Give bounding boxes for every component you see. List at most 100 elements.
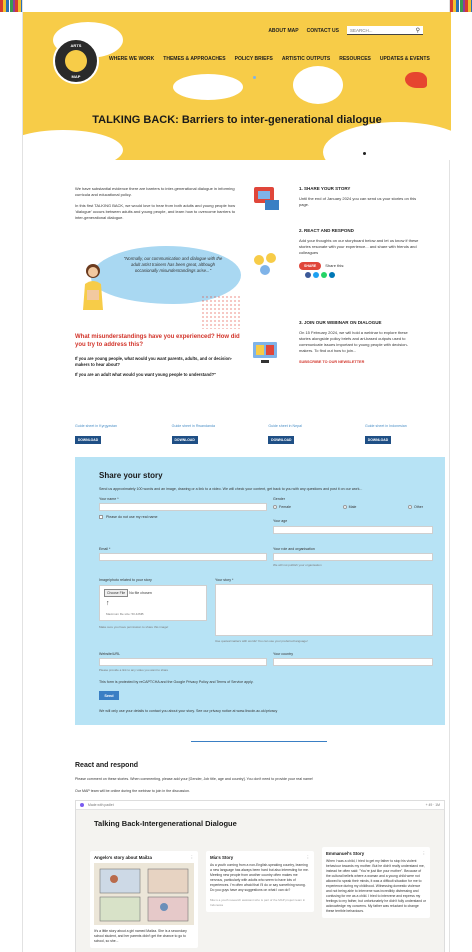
anonymous-label: Please do not use my real name	[106, 515, 158, 519]
role-label: Your role and organisation	[273, 547, 315, 551]
react-instructions: Please comment on these stories. When co…	[75, 777, 314, 781]
page: ABOUT MAP CONTACT US SEARCH... ⚲ ARTS MA…	[22, 0, 451, 952]
step-title: 3. JOIN OUR WEBINAR ON DIALOGUE	[299, 320, 382, 325]
gender-label: Gender	[273, 497, 285, 501]
nav-themes[interactable]: THEMES & APPROACHES	[163, 56, 225, 62]
subscribe-newsletter-link[interactable]: SUBSCRIBE TO OUR NEWSLETTER	[299, 359, 419, 365]
react-note: Our MAP team will be online during the w…	[75, 789, 190, 793]
step-text: On 15 February 2024, we will hold a webi…	[299, 330, 408, 353]
quote-text: "Normally, our communication and dialogu…	[123, 256, 223, 273]
question-young-people: If you are young people, what would you …	[75, 356, 233, 367]
padlet-logo-icon	[80, 803, 84, 807]
guide-label[interactable]: Guide sheet in Rwandanda	[172, 424, 242, 428]
padlet-card[interactable]: Mia's Story ⋮ As a youth coming from a no…	[206, 851, 314, 912]
step-title: 2. REACT AND RESPOND	[299, 228, 354, 233]
hero-blob	[405, 72, 427, 88]
anonymous-checkbox[interactable]	[99, 515, 103, 520]
download-button[interactable]: DOWNLOAD	[75, 436, 101, 444]
step-webinar: 3. JOIN OUR WEBINAR ON DIALOGUE On 15 Fe…	[299, 320, 419, 365]
story-hint: Use quotes/matters with words! You can u…	[215, 639, 308, 643]
whatsapp-icon[interactable]	[321, 272, 327, 278]
card-text: It's a little story about a girl named M…	[94, 929, 187, 943]
logo-emblem	[65, 50, 87, 72]
padlet-card[interactable]: Angelo's story about Mailza ⋮ It's a litt…	[90, 851, 198, 948]
twitter-icon[interactable]	[313, 272, 319, 278]
nav-artistic-outputs[interactable]: ARTISTIC OUTPUTS	[282, 56, 330, 62]
email-label: Email *	[99, 547, 111, 551]
hero-dot	[363, 152, 366, 155]
section-divider	[191, 741, 327, 742]
question-adults: If you are an adult what would you want …	[75, 372, 217, 377]
site-logo[interactable]: ARTS MAP	[53, 38, 99, 84]
padlet-card[interactable]: Emmanuel's Story ⋮ When I was a child, I …	[322, 847, 430, 918]
decorative-dots	[201, 295, 241, 329]
guide-label[interactable]: Guide sheet in Indonesian	[365, 424, 435, 428]
nav-policy-briefs[interactable]: POLICY BRIEFS	[235, 56, 273, 62]
story-field[interactable]	[215, 584, 433, 636]
age-label: Your age	[273, 519, 288, 523]
hero-banner: ABOUT MAP CONTACT US SEARCH... ⚲ ARTS MA…	[23, 12, 451, 160]
padlet-made-with[interactable]: Made with padlet	[88, 803, 114, 807]
choose-file-button[interactable]: Choose File	[104, 589, 129, 597]
step-react-respond: 2. REACT AND RESPOND Add your thoughts o…	[299, 228, 419, 278]
hero-blob	[23, 130, 123, 160]
guide-item: Guide sheet in Nepal DOWNLOAD	[268, 424, 338, 444]
role-hint: We will not publish your organisation	[273, 563, 322, 567]
hero-blob	[323, 122, 451, 160]
send-button[interactable]: Send	[99, 691, 119, 700]
website-field[interactable]	[99, 658, 267, 666]
nav-updates-events[interactable]: UPDATES & EVENTS	[380, 56, 430, 62]
share-pill: SHARE	[299, 262, 322, 270]
download-button[interactable]: DOWNLOAD	[268, 436, 295, 444]
role-field[interactable]	[273, 553, 433, 561]
facebook-icon[interactable]	[305, 272, 311, 278]
gender-option-label: Female	[279, 505, 291, 509]
form-title: Share your story	[99, 471, 163, 480]
country-field[interactable]	[273, 658, 433, 666]
download-button[interactable]: DOWNLOAD	[171, 436, 198, 444]
contact-link[interactable]: CONTACT US	[307, 28, 339, 34]
story-label: Your story *	[215, 578, 234, 582]
gender-radio[interactable]	[273, 505, 277, 510]
gender-option-label: Other	[414, 505, 423, 509]
nav-where-we-work[interactable]: WHERE WE WORK	[109, 56, 154, 62]
card-title: Emmanuel's Story	[326, 851, 365, 856]
name-label: Your name *	[99, 497, 119, 501]
card-menu-icon[interactable]: ⋮	[190, 855, 194, 860]
intro-paragraph: We have substantial evidence there are b…	[75, 186, 235, 197]
anonymous-option: Please do not use my real name	[99, 515, 158, 520]
intro-paragraph: In this first TALKING BACK, we would lov…	[75, 203, 236, 220]
gender-radio[interactable]	[342, 505, 347, 510]
step-text: Until the end of January 2024 you can se…	[299, 196, 417, 207]
about-link[interactable]: ABOUT MAP	[268, 28, 298, 34]
guide-item: Guide sheet in Kyrgyzstan DOWNLOAD	[75, 424, 145, 444]
card-drawing-image	[94, 863, 194, 925]
image-upload: Choose File No file chosen ↑ Maximum fil…	[99, 585, 207, 621]
page-title: TALKING BACK: Barriers to inter-generati…	[92, 114, 382, 126]
logo-text-bottom: MAP	[71, 74, 81, 79]
upload-icon[interactable]: ↑	[106, 600, 110, 607]
name-field[interactable]	[99, 503, 267, 511]
guide-label[interactable]: Guide sheet in Kyrgyzstan	[75, 424, 145, 428]
padlet-board: Made with padlet + 49 · 1M Talking Back-…	[75, 800, 445, 952]
gender-radio[interactable]	[408, 505, 412, 510]
search-input[interactable]: SEARCH... ⚲	[347, 26, 423, 35]
website-hint: Please provide a link to any video you w…	[99, 668, 169, 672]
card-menu-icon[interactable]: ⋮	[422, 851, 426, 856]
nav-resources[interactable]: RESOURCES	[339, 56, 371, 62]
react-title: React and respond	[75, 762, 139, 769]
main-nav: WHERE WE WORK THEMES & APPROACHES POLICY…	[109, 56, 430, 62]
download-button[interactable]: DOWNLOAD	[364, 436, 391, 444]
card-footer: Mia is a youth research assistant who is…	[210, 898, 306, 907]
guide-label[interactable]: Guide sheet in Nepal	[268, 424, 338, 428]
card-menu-icon[interactable]: ⋮	[306, 855, 310, 860]
search-icon[interactable]: ⚲	[416, 27, 420, 34]
padlet-title: Talking Back-Intergenerational Dialogue	[94, 819, 237, 828]
step-title: 1. SHARE YOUR STORY	[299, 186, 351, 191]
age-field[interactable]	[273, 526, 433, 534]
hero-blob	[173, 74, 243, 100]
country-label: Your country	[273, 652, 294, 656]
step-share-story: 1. SHARE YOUR STORY Until the end of Jan…	[299, 186, 419, 208]
linkedin-icon[interactable]	[329, 272, 335, 278]
email-field[interactable]	[99, 553, 267, 561]
